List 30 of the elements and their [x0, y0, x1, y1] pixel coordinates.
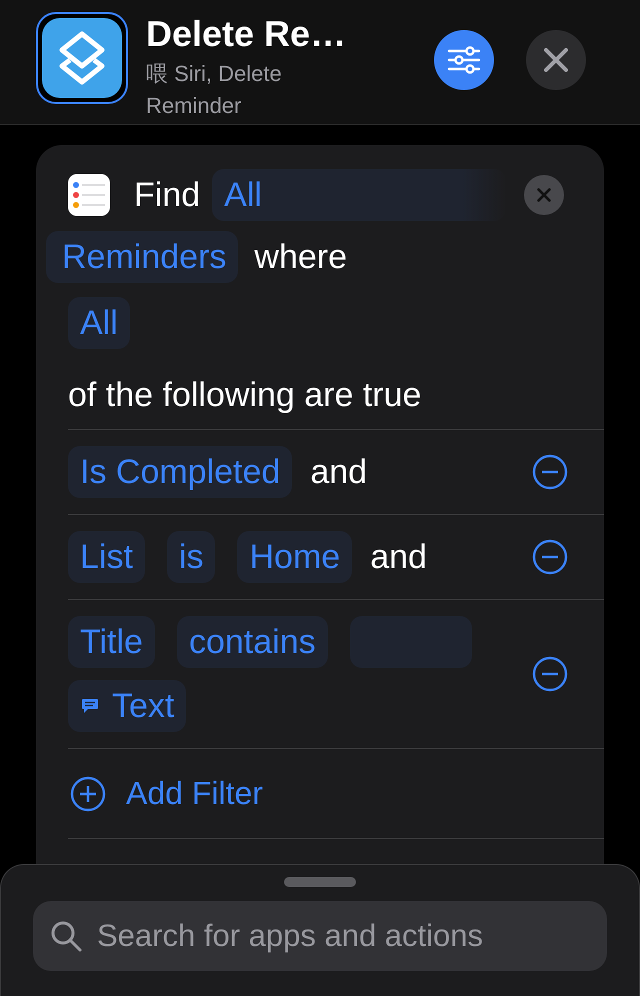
- close-icon: [541, 45, 571, 75]
- match-token[interactable]: All: [68, 297, 130, 349]
- entity-token[interactable]: Reminders: [46, 231, 238, 283]
- filter-token[interactable]: List: [68, 531, 145, 583]
- sheet-handle[interactable]: [284, 877, 356, 887]
- message-icon: [80, 696, 100, 716]
- search-field[interactable]: Search for apps and actions: [95, 917, 591, 955]
- shortcut-title: Delete Re…: [146, 14, 348, 54]
- siri-phrase: 喂 Siri, Delete Reminder: [146, 60, 283, 120]
- search-bar[interactable]: Search for apps and actions: [33, 901, 607, 971]
- plus-icon: [70, 776, 106, 812]
- match-text: of the following are true: [68, 375, 422, 416]
- shortcuts-app-icon[interactable]: [36, 12, 128, 104]
- close-icon: [535, 186, 554, 204]
- remove-filter-button[interactable]: [532, 656, 568, 692]
- and-label: and: [370, 537, 427, 577]
- where-label: where: [254, 237, 347, 277]
- filter-token[interactable]: contains: [176, 616, 328, 668]
- variable-token[interactable]: Text: [68, 680, 186, 732]
- filter-token[interactable]: is: [166, 531, 216, 583]
- filter-token[interactable]: Title: [68, 616, 155, 668]
- add-filter-button[interactable]: Add Filter: [68, 748, 604, 838]
- search-icon: [49, 919, 83, 953]
- and-label: and: [310, 452, 368, 492]
- remove-filter-button[interactable]: [532, 454, 568, 490]
- remove-filter-button[interactable]: [532, 539, 568, 575]
- filter-token[interactable]: Is Completed: [68, 446, 292, 498]
- find-label: Find: [134, 175, 200, 215]
- reminders-app-icon: [68, 174, 110, 216]
- filter-token[interactable]: Home: [237, 531, 352, 583]
